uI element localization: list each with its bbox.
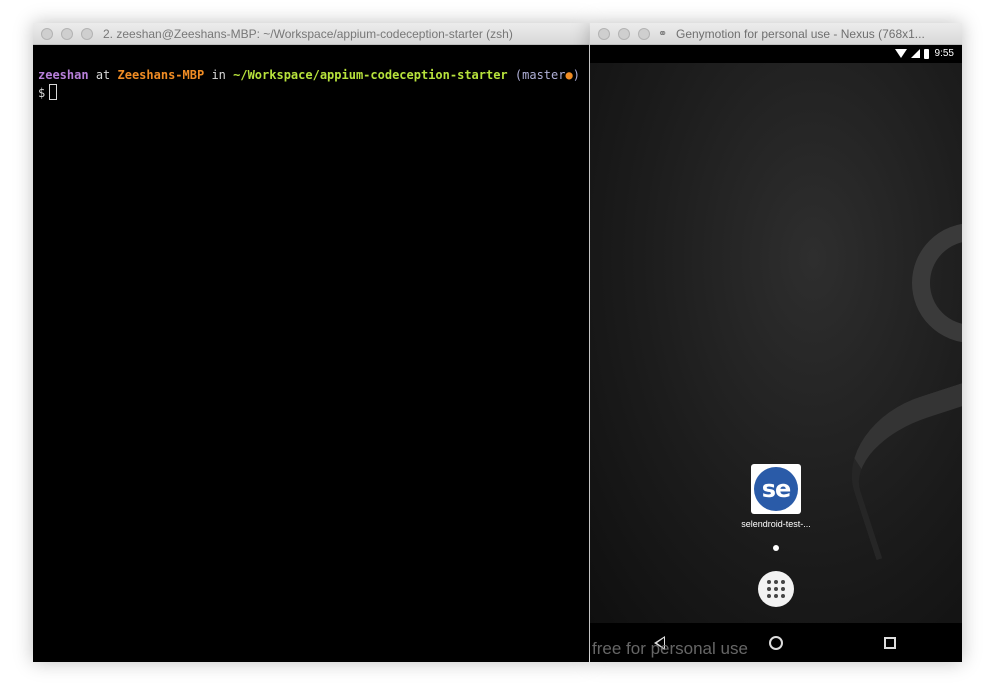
- close-button[interactable]: [598, 28, 610, 40]
- terminal-titlebar[interactable]: 2. zeeshan@Zeeshans-MBP: ~/Workspace/app…: [33, 23, 589, 45]
- minimize-button[interactable]: [618, 28, 630, 40]
- window-controls: [598, 28, 650, 40]
- wifi-icon: [894, 49, 907, 58]
- dirty-indicator: ●: [565, 68, 573, 82]
- window-controls: [41, 28, 93, 40]
- terminal-title: 2. zeeshan@Zeeshans-MBP: ~/Workspace/app…: [103, 27, 513, 41]
- prompt-branch: (master●): [515, 68, 580, 82]
- prompt-user: zeeshan: [38, 68, 89, 82]
- battery-icon: [923, 48, 929, 59]
- wallpaper-swoosh: [832, 367, 962, 561]
- app-logo: se: [754, 467, 798, 511]
- prompt-host: Zeeshans-MBP: [117, 68, 205, 82]
- prompt-symbol: $: [38, 86, 46, 100]
- input-line[interactable]: $: [38, 84, 589, 102]
- app-drawer-icon[interactable]: [758, 571, 794, 607]
- wallpaper-ring: [912, 223, 962, 343]
- link-icon: ⚭: [658, 28, 668, 40]
- close-button[interactable]: [41, 28, 53, 40]
- zoom-button[interactable]: [638, 28, 650, 40]
- text-cursor: [49, 84, 58, 100]
- genymotion-window[interactable]: ⚭ Genymotion for personal use - Nexus (7…: [590, 23, 962, 662]
- prompt-line: zeeshan at Zeeshans-MBP in ~/Workspace/a…: [38, 67, 589, 84]
- watermark: free for personal use: [592, 639, 748, 658]
- android-home-screen[interactable]: se selendroid-test-...: [590, 63, 962, 623]
- recents-icon[interactable]: [884, 637, 896, 649]
- minimize-button[interactable]: [61, 28, 73, 40]
- prompt-at: at: [95, 68, 111, 82]
- genymotion-title: Genymotion for personal use - Nexus (768…: [676, 27, 925, 41]
- terminal-output[interactable]: zeeshan at Zeeshans-MBP in ~/Workspace/a…: [38, 67, 589, 102]
- prompt-in: in: [211, 68, 226, 82]
- signal-icon: [910, 49, 920, 58]
- terminal-window[interactable]: 2. zeeshan@Zeeshans-MBP: ~/Workspace/app…: [33, 23, 589, 662]
- page-indicator: [773, 545, 779, 551]
- home-icon[interactable]: [769, 636, 783, 650]
- prompt-branch-close: ): [572, 68, 580, 82]
- app-label[interactable]: selendroid-test-...: [736, 519, 816, 529]
- genymotion-titlebar[interactable]: ⚭ Genymotion for personal use - Nexus (7…: [590, 23, 962, 45]
- prompt-branch-name: (master: [514, 68, 566, 82]
- status-icons: 9:55: [894, 48, 954, 59]
- zoom-button[interactable]: [81, 28, 93, 40]
- selendroid-app-icon[interactable]: se: [751, 464, 801, 514]
- prompt-path: ~/Workspace/appium-codeception-starter: [233, 68, 508, 82]
- android-status-bar: 9:55: [590, 45, 962, 63]
- status-clock: 9:55: [934, 48, 954, 59]
